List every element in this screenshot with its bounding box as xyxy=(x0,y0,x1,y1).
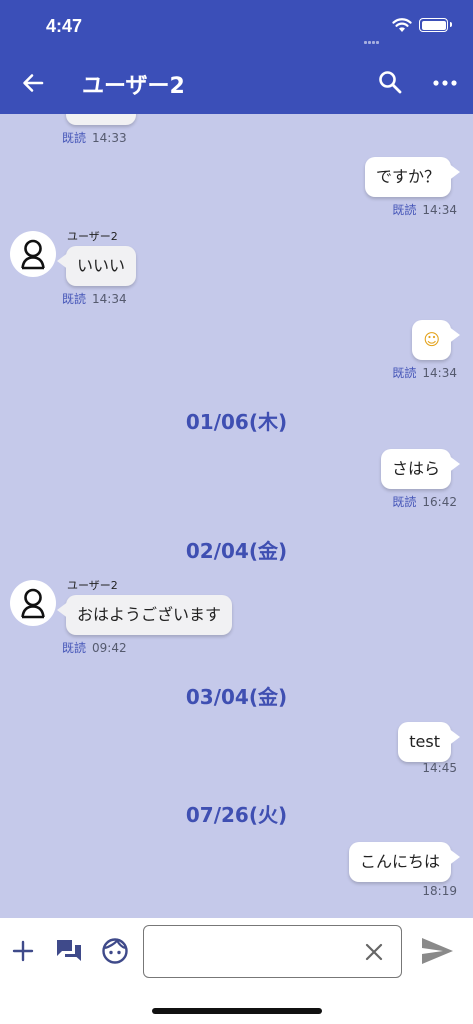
message-text: いいい xyxy=(77,256,126,275)
read-receipt: 既読 xyxy=(62,641,87,655)
status-bar: 4:47 xyxy=(0,0,473,50)
message-bubble-incoming[interactable]: いいい xyxy=(56,246,137,286)
message-time: 14:34 xyxy=(422,366,457,380)
message-text: さはら xyxy=(391,459,440,478)
status-time: 4:47 xyxy=(46,16,83,36)
message-meta: 既読 09:42 xyxy=(62,639,127,656)
message-text: こんにちは xyxy=(359,852,440,871)
message-text: test xyxy=(409,732,440,751)
message-text: ですか？ xyxy=(375,167,440,186)
message-meta: 14:45 xyxy=(416,761,457,775)
search-icon[interactable] xyxy=(376,68,404,96)
chat-area[interactable]: 既読 14:33 ですか？ 既読 14:34 ユーザー2 いいい 既読 14:34 ☺… xyxy=(0,114,473,918)
read-receipt: 既読 xyxy=(392,366,417,380)
read-receipt: 既読 xyxy=(392,203,417,217)
message-meta: 既読 16:42 xyxy=(392,493,457,510)
message-text: おはようございます xyxy=(77,605,222,624)
message-text-field[interactable] xyxy=(154,936,354,966)
page-title: ユーザー2 xyxy=(82,74,185,99)
read-receipt: 既読 xyxy=(62,292,87,306)
sender-name: ユーザー2 xyxy=(67,230,118,243)
read-receipt: 既読 xyxy=(392,495,417,509)
message-bubble-outgoing[interactable]: さはら xyxy=(380,449,461,489)
plus-icon[interactable] xyxy=(10,938,36,964)
arrow-left-icon[interactable] xyxy=(18,68,48,98)
read-receipt: 既読 xyxy=(62,131,87,145)
message-bubble-incoming[interactable]: おはようございます xyxy=(56,595,233,635)
avatar[interactable] xyxy=(10,231,56,277)
signal-icon xyxy=(364,29,380,48)
message-time: 18:19 xyxy=(422,884,457,898)
chat-bubbles-icon[interactable] xyxy=(55,938,83,964)
app-header: 4:47 ユーザー2 xyxy=(0,0,473,114)
message-text: ☺ xyxy=(423,330,440,349)
nav-bar: ユーザー2 xyxy=(0,56,473,110)
message-meta: 既読 14:34 xyxy=(392,364,457,381)
avatar[interactable] xyxy=(10,580,56,626)
close-icon[interactable] xyxy=(361,939,387,965)
more-horizontal-icon[interactable] xyxy=(430,70,460,96)
message-time: 14:34 xyxy=(422,203,457,217)
send-icon[interactable] xyxy=(419,935,455,967)
user-icon xyxy=(21,239,45,270)
message-meta: 既読 14:34 xyxy=(62,290,127,307)
message-time: 14:33 xyxy=(92,131,127,145)
message-meta: 既読 14:34 xyxy=(392,201,457,218)
message-meta: 18:19 xyxy=(416,884,457,898)
date-separator: 02/04(金) xyxy=(185,539,288,563)
date-separator: 07/26(火) xyxy=(185,803,288,827)
message-bubble-outgoing[interactable]: ですか？ xyxy=(364,157,461,197)
home-indicator[interactable] xyxy=(152,1008,322,1014)
date-separator: 01/06(木) xyxy=(185,410,288,434)
face-icon[interactable] xyxy=(101,937,129,965)
wifi-icon xyxy=(392,18,412,32)
message-bubble-outgoing[interactable]: こんにちは xyxy=(348,842,461,882)
message-bubble-outgoing[interactable]: test xyxy=(398,722,460,762)
message-time: 09:42 xyxy=(92,641,127,655)
message-time: 14:34 xyxy=(92,292,127,306)
message-time: 16:42 xyxy=(422,495,457,509)
sender-name: ユーザー2 xyxy=(67,579,118,592)
message-meta: 既読 14:33 xyxy=(62,129,127,146)
message-bubble-incoming[interactable] xyxy=(66,114,136,125)
date-separator: 03/04(金) xyxy=(185,685,288,709)
user-icon xyxy=(21,588,45,619)
message-bubble-outgoing[interactable]: ☺ xyxy=(412,320,460,360)
battery-icon xyxy=(419,18,452,32)
message-time: 14:45 xyxy=(422,761,457,775)
